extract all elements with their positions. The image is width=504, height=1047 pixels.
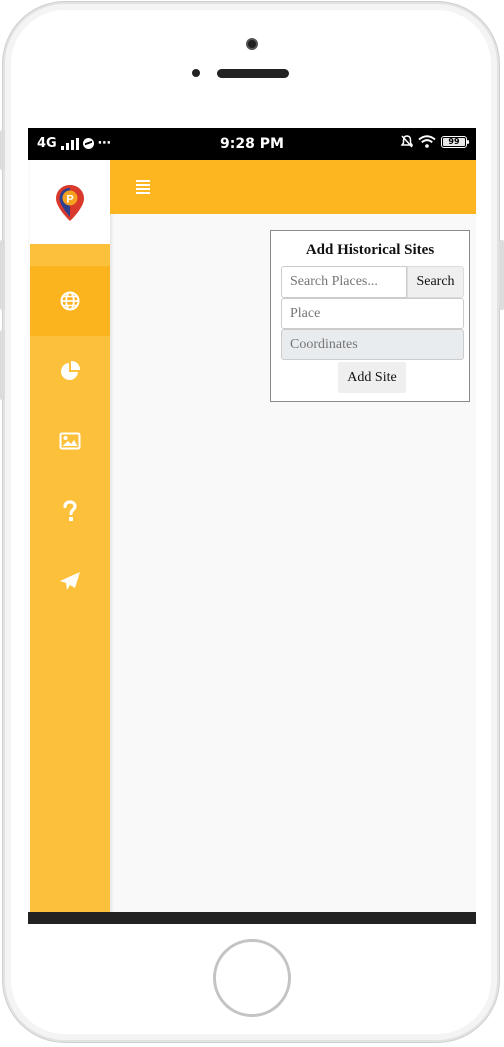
earpiece-speaker: [217, 69, 289, 78]
proximity-sensor: [192, 69, 200, 77]
phone-power-button: [499, 240, 504, 310]
status-right: 99: [401, 135, 469, 148]
status-bar: 4G ⋯ 9:28 PM 99: [28, 128, 476, 160]
add-historical-sites-card: Add Historical Sites Search Add Site: [270, 230, 470, 402]
screen-bottom-edge: [28, 912, 476, 924]
globe-icon: [60, 291, 80, 311]
search-places-input[interactable]: [281, 266, 407, 298]
app-container: P Add Historical Sites Search Places... …: [28, 160, 476, 912]
sidebar-item-globe[interactable]: [30, 266, 110, 336]
paper-plane-icon: [60, 572, 80, 590]
coordinates-field[interactable]: [281, 329, 464, 360]
sidebar-item-pie-chart[interactable]: [30, 336, 110, 406]
phone-volume-down-button: [0, 330, 5, 400]
phone-screen: 4G ⋯ 9:28 PM 99 P Add Historical Sites S…: [28, 128, 476, 924]
sidebar: P: [30, 160, 110, 912]
battery-level: 99: [448, 136, 460, 146]
sidebar-shadow: [110, 214, 114, 912]
menu-icon[interactable]: [136, 180, 150, 194]
search-button[interactable]: Search: [407, 266, 464, 298]
sidebar-item-help[interactable]: [30, 476, 110, 546]
place-field[interactable]: [281, 298, 464, 329]
question-icon: [63, 500, 77, 521]
front-camera: [246, 38, 258, 50]
logo-area: P: [30, 160, 110, 244]
wifi-icon: [418, 135, 436, 148]
top-bar: [110, 160, 476, 214]
card-title: Add Historical Sites: [305, 242, 435, 258]
app-logo-icon: P: [56, 185, 84, 221]
battery-icon: 99: [441, 135, 469, 148]
sidebar-item-image[interactable]: [30, 406, 110, 476]
image-icon: [59, 432, 81, 450]
pie-chart-icon: [61, 360, 81, 380]
phone-volume-up-button: [0, 240, 5, 310]
sidebar-item-send[interactable]: [30, 546, 110, 616]
home-button[interactable]: [213, 939, 291, 1017]
mute-bell-icon: [401, 135, 413, 148]
svg-text:P: P: [66, 194, 73, 206]
phone-side-button: [0, 130, 5, 170]
add-site-button[interactable]: Add Site: [338, 362, 406, 393]
